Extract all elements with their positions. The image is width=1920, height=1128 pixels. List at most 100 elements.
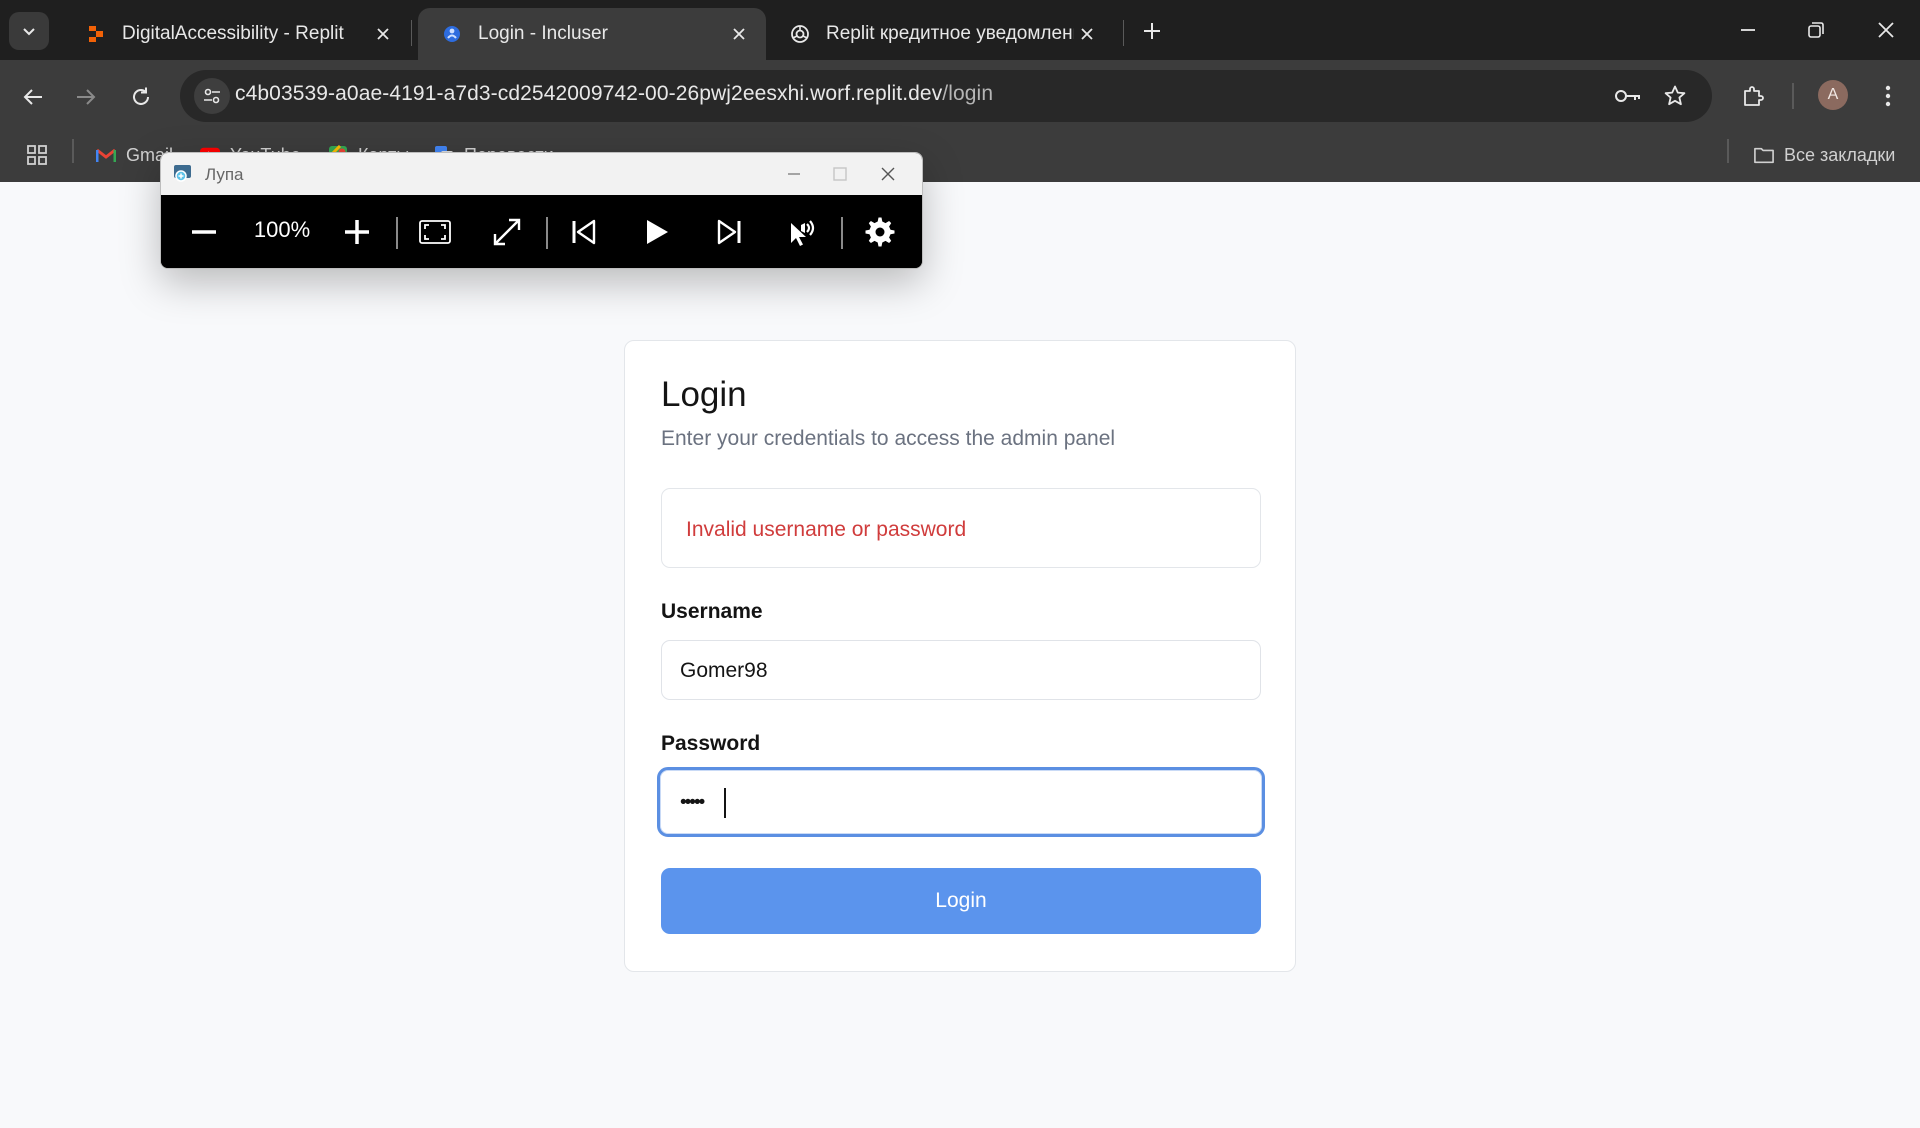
zoom-level: 100% <box>253 217 311 242</box>
login-title: Login <box>661 375 747 414</box>
toolbar-divider <box>396 217 398 249</box>
maximize-icon <box>833 167 847 181</box>
text-caret <box>724 788 726 818</box>
new-tab-button[interactable] <box>1134 14 1170 48</box>
tab-divider <box>411 20 412 46</box>
restore-icon <box>1808 22 1824 38</box>
password-label: Password <box>661 732 761 755</box>
pointer-speak-icon <box>791 220 815 246</box>
password-field[interactable]: ••••• <box>657 767 1265 837</box>
plus-icon <box>345 220 369 244</box>
magnifier-toolbar: 100% <box>161 195 922 268</box>
bookmarks-divider <box>1727 139 1729 163</box>
forward-button[interactable] <box>67 78 105 116</box>
minus-icon <box>192 230 216 234</box>
puzzle-icon <box>1744 86 1764 106</box>
restore-window-button[interactable] <box>1786 6 1846 54</box>
skip-back-icon <box>572 219 596 245</box>
tab-title: Login - Incluser <box>478 23 608 44</box>
tab-strip: DigitalAccessibility - Replit Login - In… <box>0 0 1920 60</box>
close-tab-icon[interactable] <box>726 21 752 47</box>
toolbar-divider <box>841 217 843 249</box>
error-message: Invalid username or password <box>686 518 967 541</box>
incluser-icon <box>442 24 462 44</box>
reload-icon <box>133 87 149 105</box>
magnifier-titlebar[interactable]: Лупа <box>161 153 922 195</box>
username-label: Username <box>661 600 763 623</box>
star-icon <box>1664 85 1686 106</box>
openai-icon <box>790 24 810 44</box>
tab-replit-notice[interactable]: Replit кредитное уведомление <box>766 8 1114 60</box>
read-previous-button[interactable] <box>561 209 607 255</box>
tune-icon <box>204 88 220 104</box>
apps-button[interactable] <box>26 138 48 172</box>
minimize-icon <box>1741 29 1755 31</box>
password-key-button[interactable] <box>1610 78 1646 114</box>
all-bookmarks-button[interactable]: Все закладки <box>1754 138 1895 172</box>
zoom-in-button[interactable] <box>334 209 380 255</box>
error-alert: Invalid username or password <box>661 488 1261 568</box>
back-button[interactable] <box>14 78 52 116</box>
folder-icon <box>1754 145 1774 165</box>
close-tab-icon[interactable] <box>1074 21 1100 47</box>
username-value: Gomer98 <box>680 659 768 682</box>
chevron-down-icon <box>23 28 35 36</box>
close-tab-icon[interactable] <box>370 21 396 47</box>
all-bookmarks-label: Все закладки <box>1784 144 1896 165</box>
fullscreen-view-icon <box>419 220 451 244</box>
minimize-icon <box>788 173 800 175</box>
login-card: Login Enter your credentials to access t… <box>624 340 1296 972</box>
tab-login-incluser[interactable]: Login - Incluser <box>418 8 766 60</box>
site-info-button[interactable] <box>194 78 230 114</box>
view-mode-button[interactable] <box>412 209 458 255</box>
tab-search-button[interactable] <box>9 12 49 50</box>
url-host: c4b03539-a0ae-4191-a7d3-cd2542009742-00-… <box>235 82 943 105</box>
zoom-out-button[interactable] <box>181 209 227 255</box>
tab-title: DigitalAccessibility - Replit <box>122 23 344 44</box>
url-path: /login <box>942 82 994 105</box>
gmail-icon <box>96 145 116 165</box>
arrow-left-icon <box>23 89 42 105</box>
username-field[interactable]: Gomer98 <box>661 640 1261 700</box>
close-icon <box>1878 22 1894 38</box>
plus-icon <box>1144 23 1160 39</box>
login-button[interactable]: Login <box>661 868 1261 934</box>
expand-icon <box>493 218 521 246</box>
expand-button[interactable] <box>484 209 530 255</box>
login-description: Enter your credentials to access the adm… <box>661 427 1116 450</box>
password-masked-value: ••••• <box>680 792 705 813</box>
browser-menu-button[interactable] <box>1870 78 1906 114</box>
magnifier-minimize-button[interactable] <box>771 159 817 189</box>
bookmark-star-button[interactable] <box>1657 78 1693 114</box>
close-icon <box>881 167 895 181</box>
apps-grid-icon <box>27 145 47 165</box>
tab-digitalaccessibility[interactable]: DigitalAccessibility - Replit <box>62 8 410 60</box>
magnifier-title: Лупа <box>205 165 244 184</box>
arrow-right-icon <box>77 89 96 105</box>
toolbar-divider <box>1792 83 1794 109</box>
magnifier-close-button[interactable] <box>865 159 911 189</box>
key-icon <box>1615 90 1640 102</box>
tab-title: Replit кредитное уведомление <box>826 23 1074 44</box>
gear-icon <box>865 217 895 247</box>
url-text[interactable]: c4b03539-a0ae-4191-a7d3-cd2542009742-00-… <box>235 82 993 106</box>
tab-divider <box>1123 20 1124 46</box>
more-vertical-icon <box>1885 85 1891 107</box>
skip-forward-icon <box>717 219 741 245</box>
read-play-button[interactable] <box>633 209 679 255</box>
replit-icon <box>86 24 106 44</box>
read-from-pointer-button[interactable] <box>779 209 825 255</box>
close-window-button[interactable] <box>1856 6 1916 54</box>
magnifier-settings-button[interactable] <box>857 209 903 255</box>
magnifier-maximize-button[interactable] <box>817 159 863 189</box>
toolbar-divider <box>546 217 548 249</box>
reload-button[interactable] <box>122 78 160 116</box>
magnifier-app-icon <box>174 165 191 182</box>
minimize-window-button[interactable] <box>1718 6 1778 54</box>
read-next-button[interactable] <box>706 209 752 255</box>
magnifier-window: Лупа 100% <box>160 152 923 269</box>
profile-avatar[interactable]: A <box>1818 80 1848 110</box>
play-icon <box>647 220 668 244</box>
extensions-button[interactable] <box>1735 78 1771 114</box>
bookmarks-divider <box>72 139 74 163</box>
